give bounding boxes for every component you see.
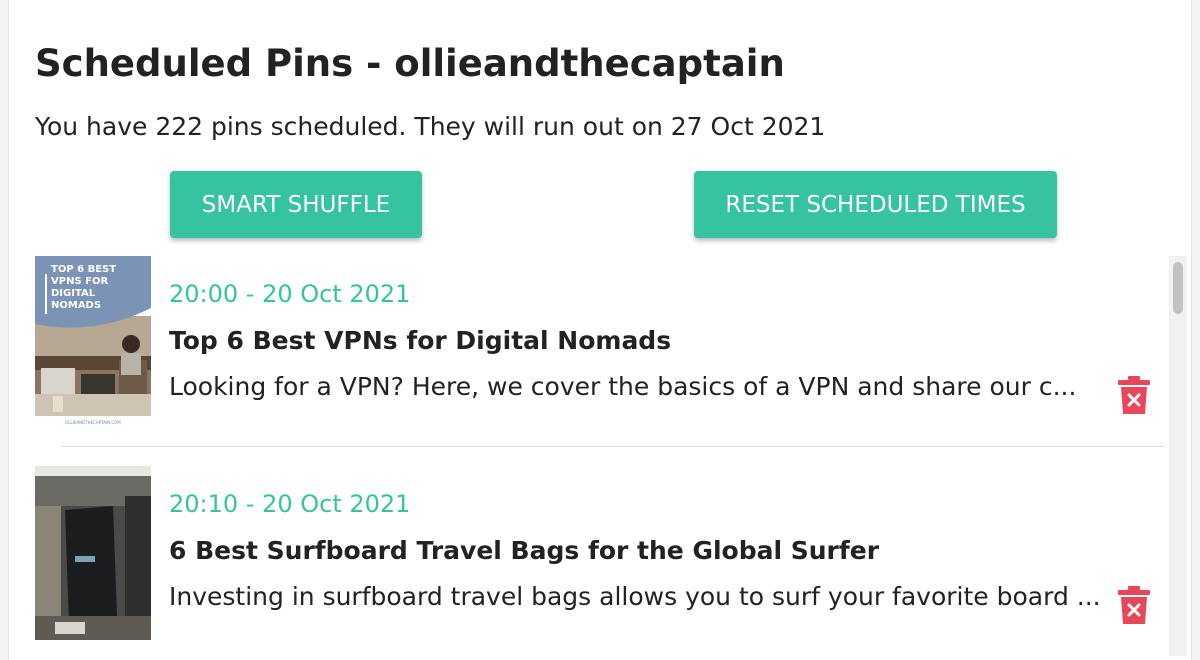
scrollbar-thumb[interactable] xyxy=(1173,262,1183,314)
page-title: Scheduled Pins - ollieandthecaptain xyxy=(35,42,785,85)
pin-description: Looking for a VPN? Here, we cover the ba… xyxy=(169,372,1077,401)
pin-description: Investing in surfboard travel bags allow… xyxy=(169,582,1101,611)
pin-thumbnail: TOP 6 BEST VPNS FOR DIGITAL NOMADS OLLIE… xyxy=(35,256,151,430)
scheduled-pins-panel: Scheduled Pins - ollieandthecaptain You … xyxy=(8,0,1192,660)
pin-list[interactable]: TOP 6 BEST VPNS FOR DIGITAL NOMADS OLLIE… xyxy=(9,256,1191,660)
pin-list-scrollbar[interactable] xyxy=(1169,256,1187,656)
pin-title: 6 Best Surfboard Travel Bags for the Glo… xyxy=(169,536,880,565)
thumbnail-footer-text: OLLIEANDTHECAPTAIN.COM xyxy=(65,420,121,425)
pin-divider xyxy=(61,446,1165,447)
pin-scheduled-time: 20:10 - 20 Oct 2021 xyxy=(169,490,411,518)
pin-thumbnail xyxy=(35,466,151,640)
trash-icon xyxy=(1118,376,1150,414)
pin-title: Top 6 Best VPNs for Digital Nomads xyxy=(169,326,672,355)
smart-shuffle-button[interactable]: SMART SHUFFLE xyxy=(170,171,422,238)
trash-icon xyxy=(1118,586,1150,624)
thumbnail-overlay-text: NOMADS xyxy=(51,300,101,311)
reset-scheduled-times-button[interactable]: RESET SCHEDULED TIMES xyxy=(694,171,1057,238)
schedule-summary: You have 222 pins scheduled. They will r… xyxy=(35,112,826,141)
thumbnail-overlay-text: DIGITAL xyxy=(51,288,96,299)
thumbnail-overlay-text: TOP 6 BEST xyxy=(51,264,116,275)
delete-pin-button[interactable] xyxy=(1118,586,1150,624)
delete-pin-button[interactable] xyxy=(1118,376,1150,414)
pin-scheduled-time: 20:00 - 20 Oct 2021 xyxy=(169,280,411,308)
thumbnail-overlay-text: VPNS FOR xyxy=(51,276,108,287)
